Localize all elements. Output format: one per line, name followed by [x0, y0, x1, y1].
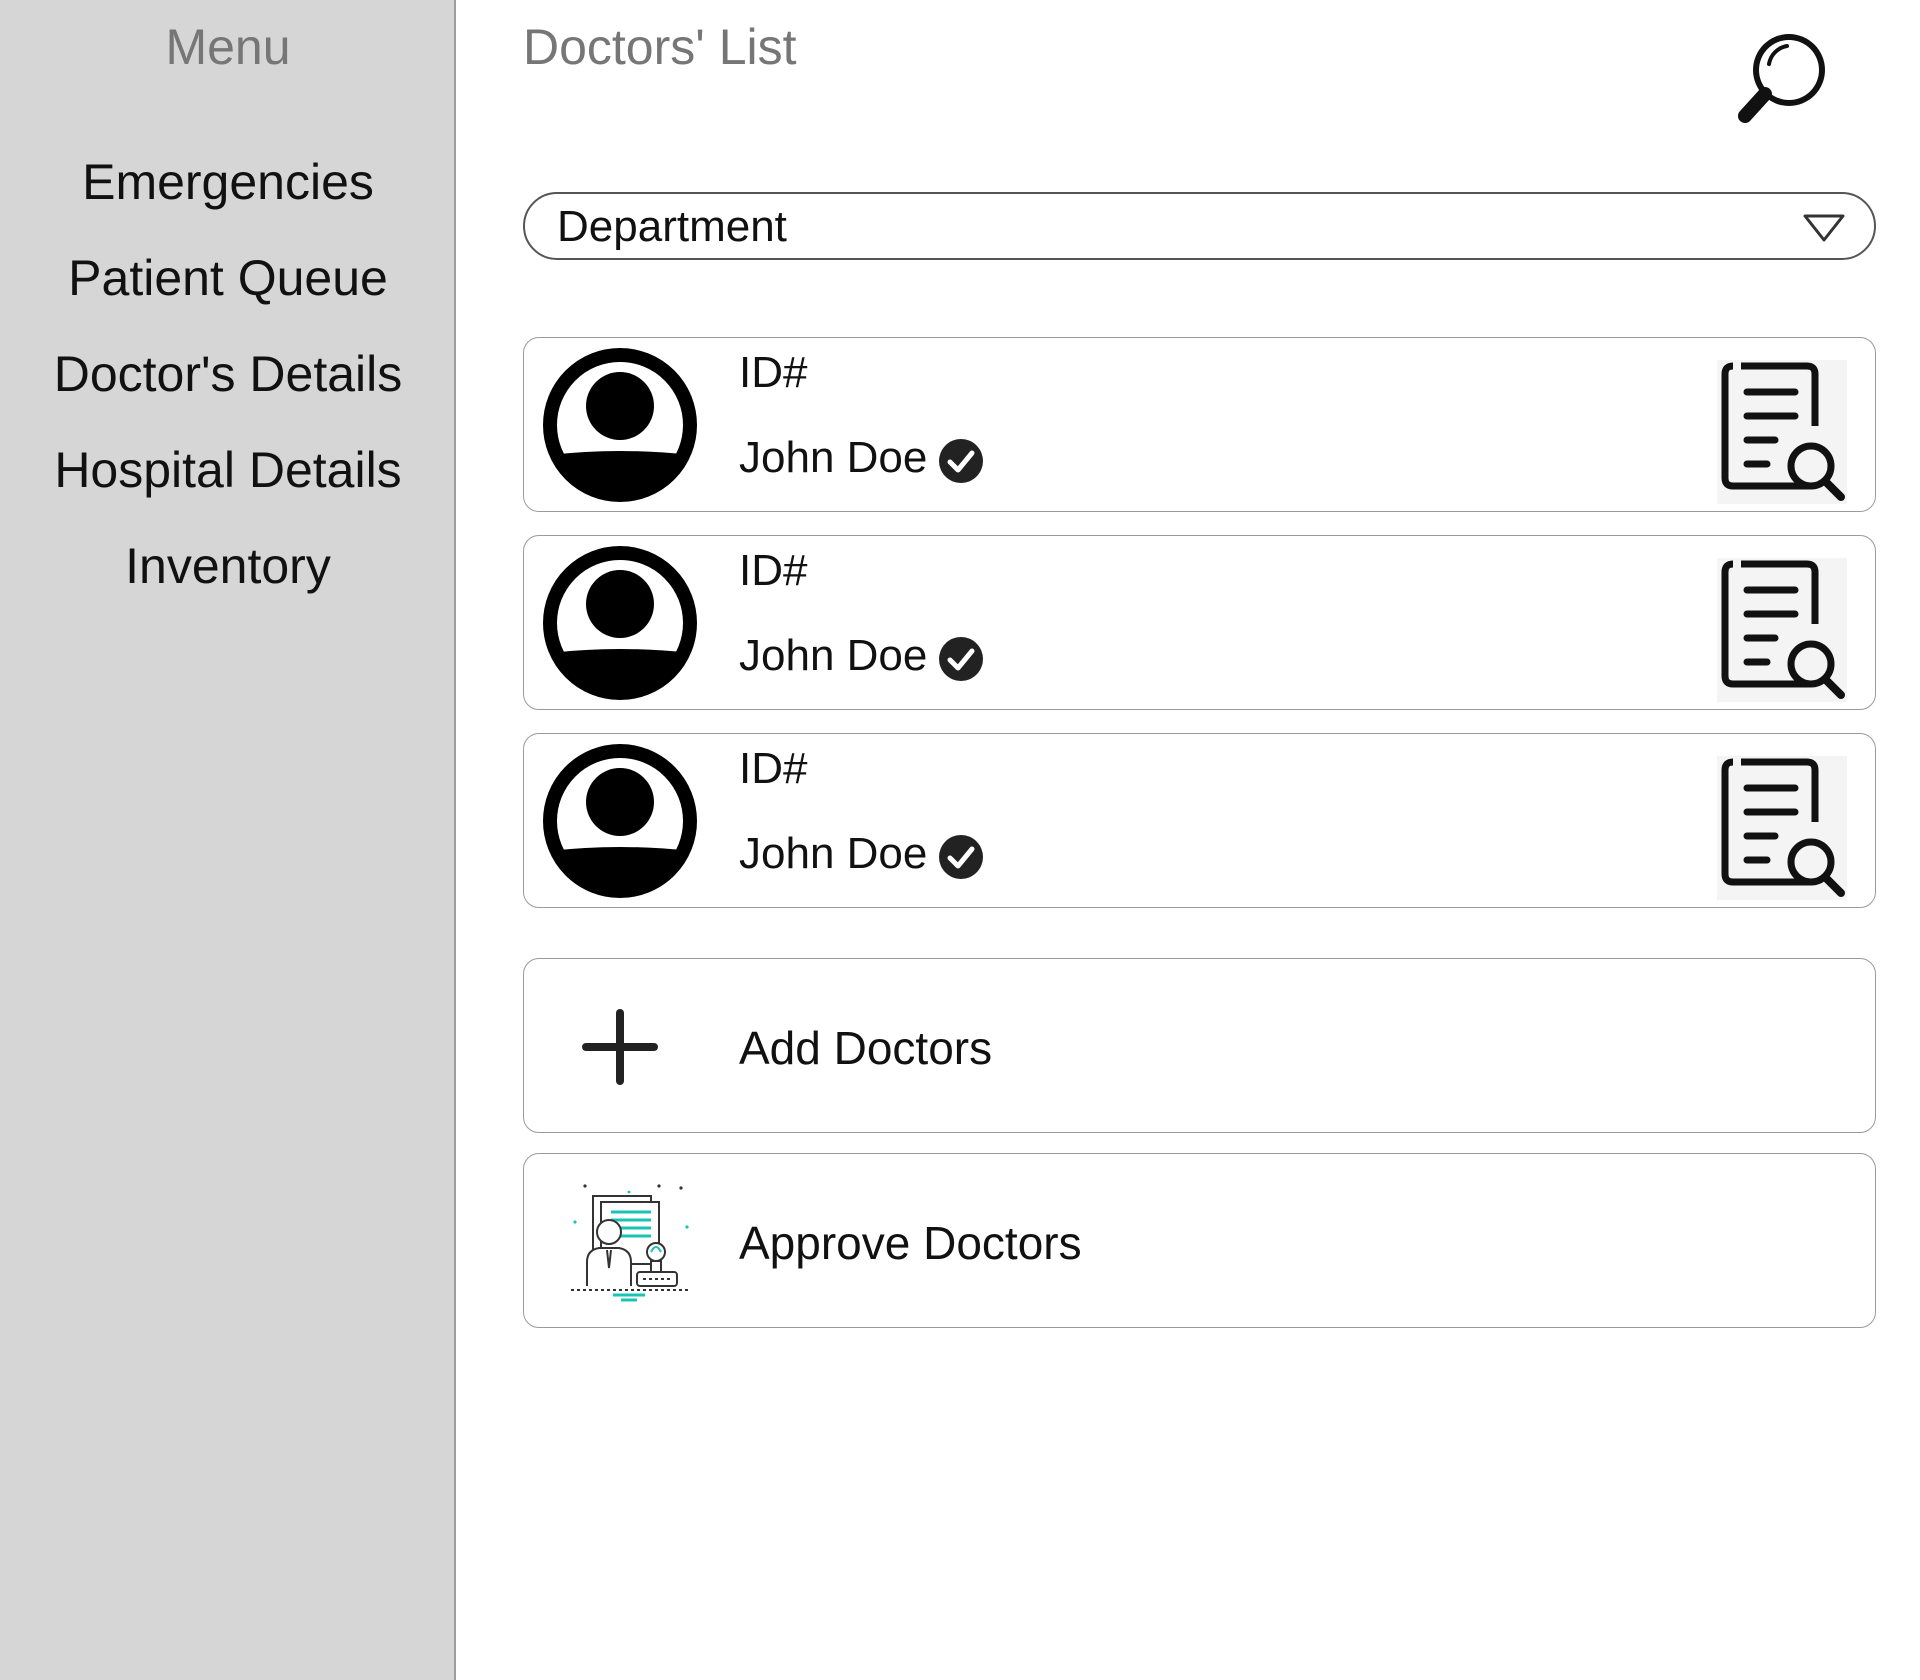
view-details-button[interactable]: [1717, 360, 1847, 504]
sidebar-item-doctors-details[interactable]: Doctor's Details: [0, 345, 456, 403]
verified-check-icon: [939, 835, 983, 879]
magnifier-icon: [1738, 34, 1825, 123]
doctor-name: John Doe: [739, 829, 928, 878]
add-doctors-button[interactable]: Add Doctors: [523, 958, 1876, 1133]
avatar-icon: [543, 546, 697, 700]
avatar-icon: [543, 348, 697, 502]
doctor-id: ID#: [739, 348, 808, 397]
approve-doctors-label: Approve Doctors: [739, 1217, 1082, 1269]
document-search-icon: [1721, 362, 1845, 501]
verified-check-icon: [939, 637, 983, 681]
doctor-card: ID# John Doe: [523, 337, 1876, 512]
doctor-name: John Doe: [739, 631, 928, 680]
doctor-id: ID#: [739, 546, 808, 595]
document-search-icon: [1721, 560, 1845, 699]
approve-doctors-button[interactable]: Approve Doctors: [523, 1153, 1876, 1328]
department-dropdown[interactable]: Department: [523, 192, 1876, 260]
add-doctors-label: Add Doctors: [739, 1022, 993, 1074]
doctor-id: ID#: [739, 744, 808, 793]
avatar-icon: [543, 744, 697, 898]
doctor-card: ID# John Doe: [523, 535, 1876, 710]
sidebar-item-patient-queue[interactable]: Patient Queue: [0, 249, 456, 307]
verified-check-icon: [939, 439, 983, 483]
document-search-icon: [1721, 758, 1845, 897]
approve-stamp-icon: [571, 1184, 691, 1302]
doctor-card: ID# John Doe: [523, 733, 1876, 908]
sidebar-item-inventory[interactable]: Inventory: [0, 537, 456, 595]
sidebar-item-hospital-details[interactable]: Hospital Details: [0, 441, 456, 499]
doctor-name: John Doe: [739, 433, 928, 482]
sidebar-item-emergencies[interactable]: Emergencies: [0, 153, 456, 211]
sidebar-menu: Menu Emergencies Patient Queue Doctor's …: [0, 0, 456, 1680]
department-dropdown-label: Department: [557, 202, 787, 251]
view-details-button[interactable]: [1717, 756, 1847, 900]
search-button[interactable]: [1735, 30, 1835, 130]
view-details-button[interactable]: [1717, 558, 1847, 702]
menu-title: Menu: [165, 19, 291, 75]
plus-icon: [582, 1009, 658, 1085]
dropdown-triangle-icon: [1803, 214, 1845, 242]
page-title: Doctors' List: [523, 19, 797, 75]
